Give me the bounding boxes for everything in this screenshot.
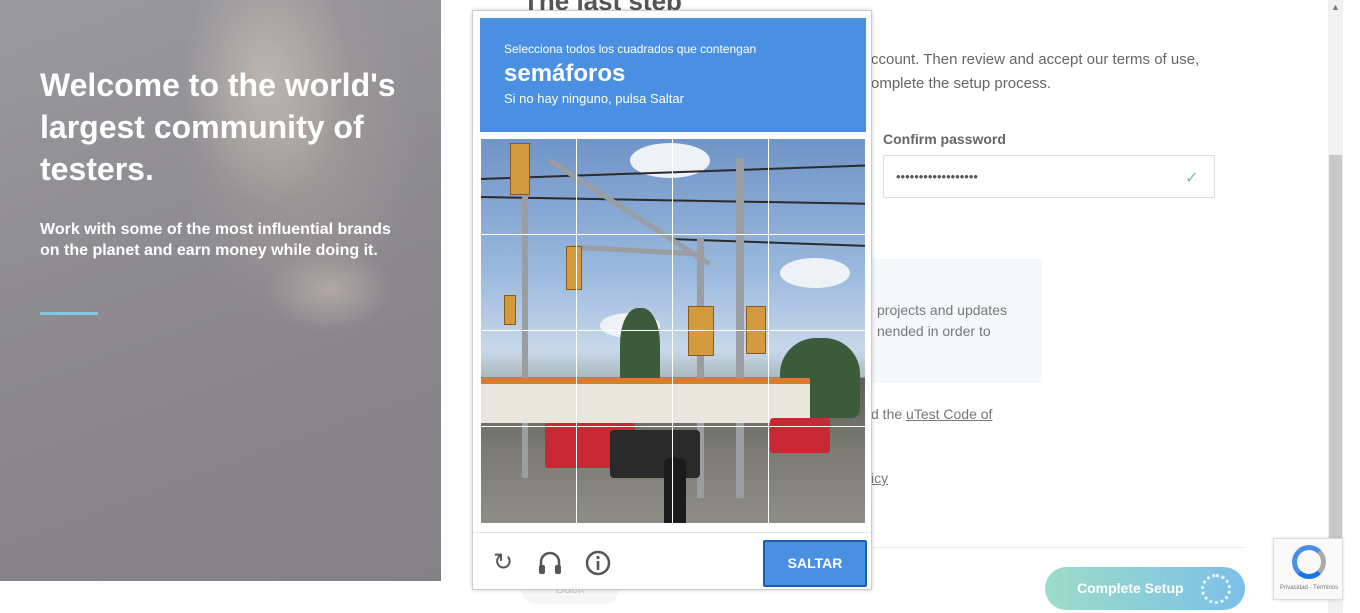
hero-panel: Welcome to the world's largest community… (0, 0, 441, 581)
grid-tile[interactable] (576, 138, 673, 235)
grid-tile[interactable] (672, 234, 769, 331)
grid-tile[interactable] (480, 234, 577, 331)
grid-tile[interactable] (768, 138, 866, 235)
check-icon: ✓ (1185, 170, 1199, 187)
captcha-header: Selecciona todos los cuadrados que conte… (480, 18, 866, 132)
recaptcha-badge[interactable]: Privacidad - Términos (1273, 538, 1343, 600)
code-prefix: d the (871, 406, 907, 422)
grid-tile[interactable] (576, 330, 673, 427)
grid-tile[interactable] (768, 426, 866, 524)
confirm-password-label: Confirm password (883, 131, 1006, 147)
privacy-policy-link[interactable]: icy (871, 470, 888, 486)
hero-subtitle: Work with some of the most influential b… (40, 221, 391, 259)
grid-tile[interactable] (768, 330, 866, 427)
skip-button[interactable]: SALTAR (763, 540, 867, 587)
grid-tile[interactable] (768, 234, 866, 331)
grid-tile[interactable] (576, 234, 673, 331)
grid-tile[interactable] (576, 426, 673, 524)
intro-line-1: ccount. Then review and accept our terms… (871, 51, 1200, 68)
captcha-instruction: Selecciona todos los cuadrados que conte… (504, 42, 757, 56)
complete-setup-label: Complete Setup (1077, 580, 1184, 596)
grid-tile[interactable] (480, 138, 577, 235)
captcha-hint: Si no hay ninguno, pulsa Saltar (504, 91, 684, 106)
loading-spinner-icon (1201, 574, 1231, 604)
grid-tile[interactable] (480, 426, 577, 524)
confirm-password-field[interactable] (883, 155, 1215, 198)
scrollbar-thumb[interactable] (1329, 155, 1342, 541)
badge-text[interactable]: Privacidad - Términos (1276, 585, 1342, 591)
captcha-challenge: Selecciona todos los cuadrados que conte… (472, 10, 872, 590)
reload-icon[interactable]: ↻ (489, 549, 517, 577)
accent-divider (40, 312, 98, 315)
form-divider (871, 547, 1245, 548)
captcha-footer: ↻ SALTAR (473, 532, 871, 589)
grid-tile[interactable] (480, 330, 577, 427)
info-icon[interactable] (584, 549, 612, 577)
recaptcha-logo-icon (1292, 545, 1326, 579)
code-of-conduct-link[interactable]: uTest Code of (906, 406, 992, 422)
grid-tile[interactable] (672, 138, 769, 235)
captcha-image-grid (480, 138, 866, 524)
grid-tile[interactable] (672, 426, 769, 524)
notice-text: projects and updates nended in order to (877, 302, 1007, 339)
code-of-conduct-text: d the uTest Code of (871, 406, 992, 422)
intro-line-2: omplete the setup process. (871, 75, 1052, 92)
intro-text: ccount. Then review and accept our terms… (871, 48, 1231, 96)
hero-title: Welcome to the world's largest community… (40, 67, 396, 187)
scroll-up-arrow-icon[interactable]: ▲ (1330, 2, 1341, 12)
headphones-icon[interactable] (536, 549, 564, 577)
grid-tile[interactable] (672, 330, 769, 427)
captcha-target: semáforos (504, 60, 626, 87)
